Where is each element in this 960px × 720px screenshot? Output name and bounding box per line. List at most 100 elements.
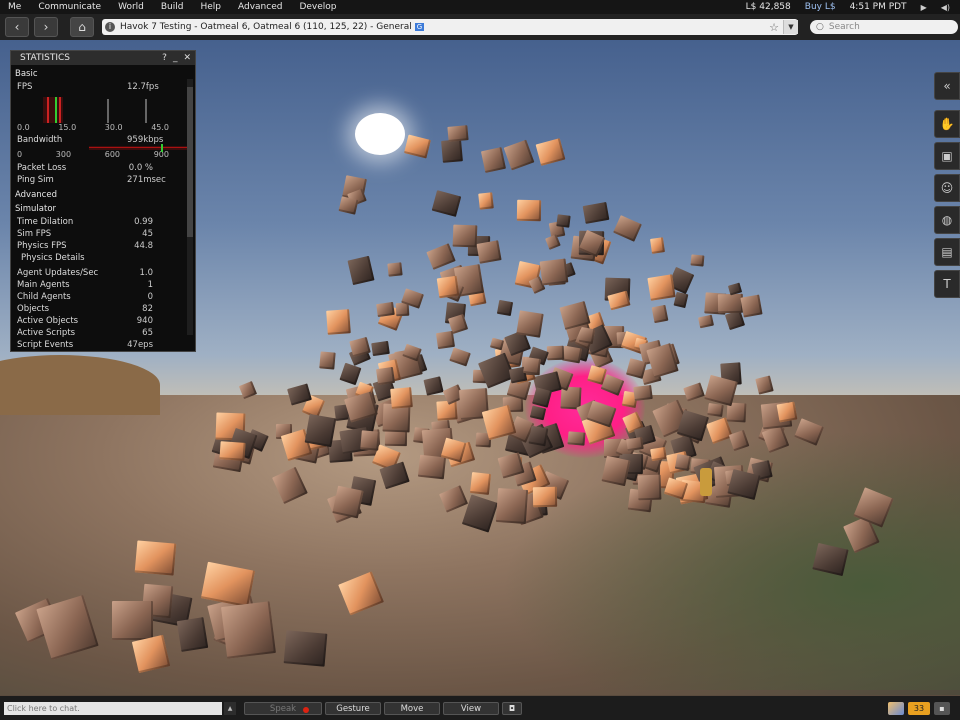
sidebar-home-button[interactable]: ✋ [934, 110, 960, 138]
physics-cube[interactable] [776, 401, 797, 423]
physics-cube[interactable] [633, 384, 654, 401]
physics-cube[interactable] [504, 139, 536, 170]
back-button[interactable]: ‹ [5, 17, 29, 37]
section-physics-details[interactable]: Physics Details [21, 253, 85, 263]
tray-icon[interactable] [888, 701, 904, 715]
physics-cube[interactable] [432, 189, 462, 217]
physics-cube[interactable] [403, 134, 431, 159]
menu-help[interactable]: Help [192, 2, 230, 12]
physics-cube[interactable] [423, 376, 444, 396]
physics-cube[interactable] [515, 310, 543, 338]
physics-cube[interactable] [717, 293, 744, 314]
physics-cube[interactable] [755, 375, 775, 396]
physics-cube[interactable] [540, 258, 569, 286]
physics-cube[interactable] [283, 630, 328, 668]
physics-cube[interactable] [561, 345, 583, 363]
physics-cube[interactable] [481, 146, 507, 174]
gesture-button[interactable]: Gesture [325, 701, 381, 715]
buy-currency-link[interactable]: Buy L$ [805, 2, 836, 12]
speak-button[interactable]: Speak [244, 701, 322, 715]
physics-cube[interactable] [135, 540, 177, 576]
physics-cube[interactable] [698, 314, 714, 329]
physics-cube[interactable] [219, 440, 246, 462]
physics-cube[interactable] [690, 254, 705, 267]
physics-cube[interactable] [496, 299, 514, 317]
physics-cube[interactable] [740, 294, 763, 318]
physics-cube[interactable] [535, 138, 566, 166]
forward-button[interactable]: › [34, 17, 58, 37]
menu-advanced[interactable]: Advanced [230, 2, 291, 12]
info-icon[interactable]: i [105, 22, 115, 32]
balance[interactable]: L$ 42,858 [746, 2, 791, 12]
physics-cube[interactable] [673, 291, 689, 308]
menu-communicate[interactable]: Communicate [30, 2, 110, 12]
physics-cube[interactable] [651, 305, 669, 324]
chiclet-overflow-icon[interactable]: ▪ [934, 701, 950, 715]
physics-cube[interactable] [528, 425, 549, 446]
physics-cube[interactable] [448, 346, 471, 367]
view-button[interactable]: View [443, 701, 499, 715]
physics-cube[interactable] [582, 202, 609, 224]
menu-build[interactable]: Build [153, 2, 193, 12]
help-icon[interactable]: ? [162, 53, 167, 63]
physics-cube[interactable] [395, 303, 409, 318]
physics-cube[interactable] [522, 357, 541, 376]
section-simulator[interactable]: Simulator [15, 204, 191, 214]
sidebar-people-button[interactable]: ☺ [934, 174, 960, 202]
physics-cube[interactable] [390, 387, 414, 410]
physics-cube[interactable] [376, 366, 396, 386]
physics-cube[interactable] [436, 330, 455, 350]
physics-cube[interactable] [469, 471, 492, 496]
physics-cube[interactable] [613, 215, 643, 242]
physics-cube[interactable] [176, 616, 209, 653]
physics-cube[interactable] [546, 346, 565, 361]
move-button[interactable]: Move [384, 701, 440, 715]
menu-me[interactable]: Me [0, 2, 30, 12]
sidebar-inventory-button[interactable]: ▤ [934, 238, 960, 266]
physics-cube[interactable] [221, 601, 277, 660]
physics-cube[interactable] [440, 138, 464, 163]
physics-cube[interactable] [567, 430, 586, 446]
physics-cube[interactable] [360, 430, 380, 452]
physics-cube[interactable] [578, 326, 595, 345]
physics-cube[interactable] [111, 601, 153, 640]
avatar[interactable] [700, 468, 712, 496]
physics-cube[interactable] [305, 414, 337, 448]
physics-cube[interactable] [607, 290, 631, 311]
physics-cube[interactable] [331, 485, 364, 519]
physics-cube[interactable] [707, 402, 724, 417]
physics-cube[interactable] [532, 486, 557, 508]
physics-cube[interactable] [387, 262, 403, 277]
play-media-icon[interactable]: ▶ [921, 3, 927, 12]
section-basic[interactable]: Basic [15, 69, 191, 79]
scrollbar-thumb[interactable] [187, 87, 193, 237]
favorite-star-icon[interactable]: ☆ [769, 21, 779, 34]
sidebar-places-button[interactable]: ◍ [934, 206, 960, 234]
physics-cube[interactable] [489, 337, 504, 351]
physics-cube[interactable] [555, 214, 571, 228]
physics-cube[interactable] [436, 275, 459, 299]
physics-cube[interactable] [637, 474, 662, 501]
notification-count-badge[interactable]: 33 [908, 701, 930, 715]
physics-cube[interactable] [417, 454, 446, 479]
statistics-scrollbar[interactable] [187, 79, 193, 335]
physics-cube[interactable] [516, 200, 541, 222]
physics-cube[interactable] [647, 274, 676, 301]
physics-cube[interactable] [318, 350, 336, 369]
statistics-titlebar[interactable]: STATISTICS ? _ ✕ [11, 51, 195, 65]
chat-history-button[interactable]: ▲ [224, 701, 236, 715]
chat-input[interactable]: Click here to chat. [4, 701, 222, 715]
physics-cube[interactable] [452, 224, 478, 248]
search-input[interactable]: ○ Search [810, 20, 958, 34]
sidebar-appearance-button[interactable]: T [934, 270, 960, 298]
physics-cube[interactable] [347, 255, 375, 285]
physics-cube[interactable] [478, 192, 495, 210]
physics-cube[interactable] [325, 308, 351, 335]
menu-world[interactable]: World [110, 2, 153, 12]
physics-cube[interactable] [339, 362, 362, 385]
collapse-sidebar-button[interactable]: « [934, 72, 960, 100]
physics-cube[interactable] [426, 242, 457, 270]
home-button[interactable]: ⌂ [70, 17, 94, 37]
menu-develop[interactable]: Develop [291, 2, 345, 12]
physics-cube[interactable] [650, 236, 666, 254]
